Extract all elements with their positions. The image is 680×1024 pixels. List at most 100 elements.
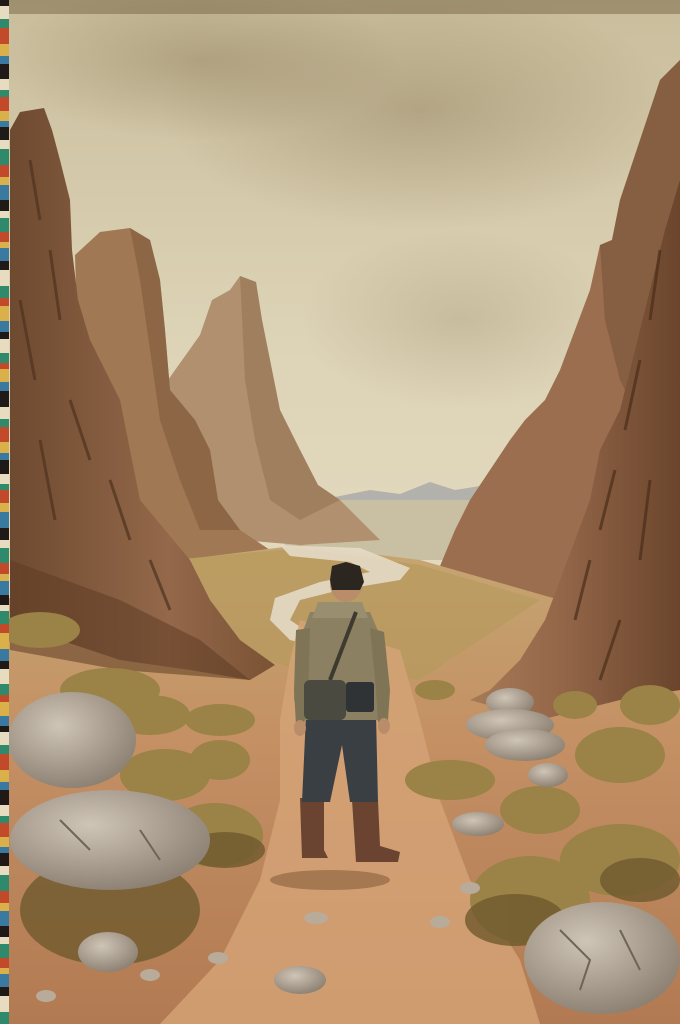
film-strip-segment [0,903,9,911]
film-strip-segment [0,270,9,286]
film-strip-segment [0,770,9,782]
boulder [485,729,565,761]
film-strip-segment [0,695,9,702]
film-strip-segment [0,306,9,321]
film-strip-segment [0,958,9,968]
film-strip-segment [0,816,9,823]
film-strip-segment [0,56,9,64]
film-strip-segment [0,866,9,875]
pebble [430,916,450,928]
belt-pouch [346,682,374,712]
film-strip-segment [0,28,9,44]
film-strip-segment [0,716,9,726]
film-strip-segment [0,875,9,891]
film-strip-segment [0,702,9,716]
film-strip-segment [0,595,9,605]
film-strip-segment [0,298,9,306]
film-strip-segment [0,782,9,790]
film-strip-segment [0,200,9,211]
pebble [140,969,160,981]
film-strip-segment [0,669,9,684]
film-strip-segment [0,79,9,90]
film-strip-segment [0,232,9,242]
left-boot [300,798,328,858]
film-strip-segment [0,996,9,1012]
film-strip-segment [0,624,9,633]
film-strip-segment [0,581,9,595]
pebble [460,882,480,894]
film-strip-segment [0,754,9,770]
film-strip-segment [0,149,9,165]
film-strip-segment [0,649,9,661]
film-strip-segment [0,363,9,369]
film-strip-segment [0,286,9,298]
film-strip-segment [0,732,9,745]
film-strip-segment [0,823,9,837]
film-strip-segment [0,853,9,866]
film-strip-segment [0,111,9,121]
film-strip-segment [0,391,9,407]
film-strip-segment [0,332,9,339]
film-strip-segment [0,891,9,903]
film-strip-segment [0,321,9,332]
pebble [208,952,228,964]
boulder [274,966,326,994]
film-strip-segment [0,974,9,987]
film-strip-segment [0,1012,9,1024]
film-strip-segment [0,90,9,97]
film-strip-segment [0,419,9,427]
traveler-shadow [270,870,390,890]
pebble [36,990,56,1002]
film-strip-segment [0,528,9,540]
satchel [304,680,346,720]
film-strip-segment [0,926,9,937]
film-strip-segment [0,474,9,484]
film-strip-segment [0,574,9,581]
top-grunge-band [0,0,680,14]
film-strip-segment [0,427,9,442]
film-strip-segment [0,44,9,56]
film-strip-segment [0,64,9,79]
boulder [528,763,568,787]
film-strip-segment [0,540,9,548]
film-strip-segment [0,248,9,261]
film-strip-segment [0,339,9,353]
film-strip-segment [0,369,9,382]
film-strip-segment [0,726,9,732]
film-strip-segment [0,805,9,816]
film-strip-segment [0,911,9,926]
film-strip-segment [0,605,9,611]
film-strip-segment [0,563,9,574]
hood [312,602,368,618]
film-strip-segment [0,407,9,419]
film-strip-segment [0,611,9,624]
film-strip-segment [0,490,9,503]
film-strip-segment [0,19,9,28]
boulder [78,932,138,972]
film-strip-segment [0,453,9,460]
film-strip-segment [0,837,9,847]
boulder [10,790,210,890]
film-strip-segment [0,460,9,474]
film-strip-segment [0,0,9,6]
film-strip-segment [0,140,9,149]
film-strip-segment [0,261,9,270]
pebble [304,912,328,924]
film-strip-segment [0,127,9,140]
film-strip-segment [0,177,9,185]
film-strip-segment [0,165,9,177]
film-strip-segment [0,661,9,669]
film-strip-segment [0,353,9,363]
boulder [452,812,504,836]
film-strip-segment [0,937,9,944]
film-strip-segment [0,442,9,453]
hair [330,562,364,590]
film-strip-border [0,0,9,1024]
film-strip-segment [0,944,9,958]
right-hand [378,718,390,734]
left-hand [294,720,306,736]
film-strip-segment [0,847,9,853]
film-strip-segment [0,684,9,695]
film-strip-segment [0,633,9,649]
film-strip-segment [0,242,9,248]
